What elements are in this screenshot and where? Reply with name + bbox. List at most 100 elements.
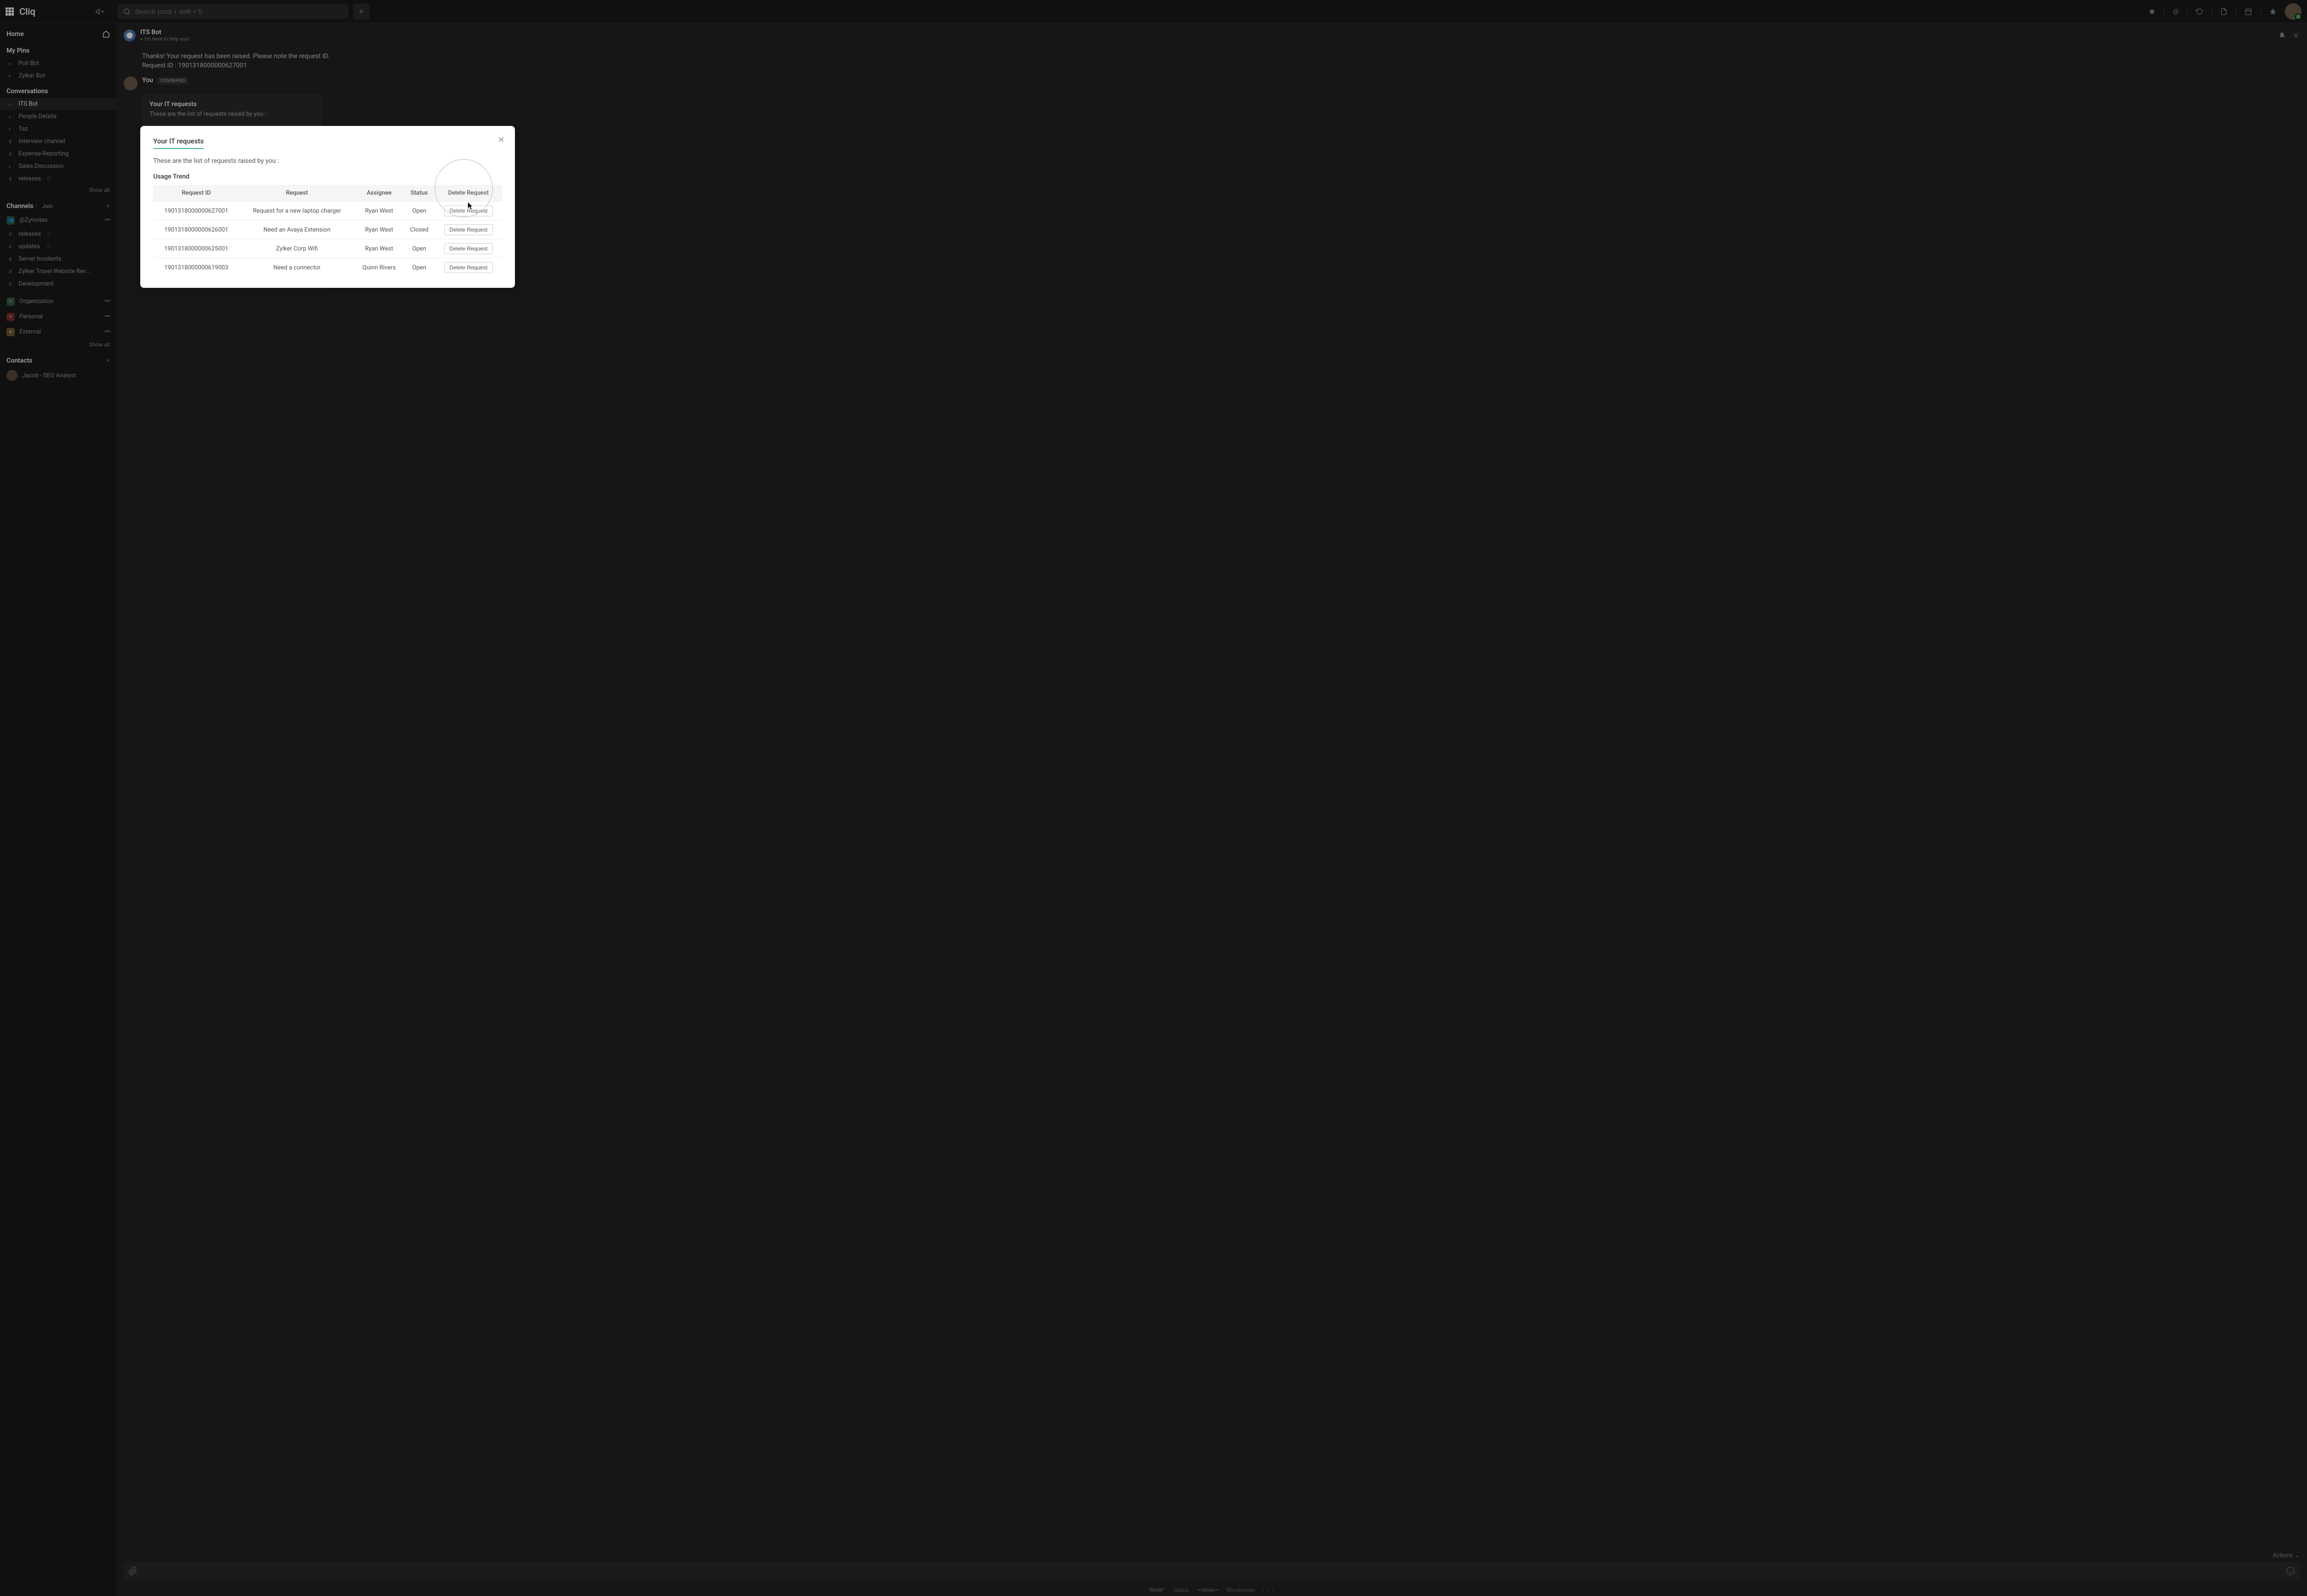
close-icon[interactable] xyxy=(2292,32,2300,39)
bot-icon: ◐ xyxy=(6,60,14,67)
home-icon xyxy=(102,30,110,38)
delete-request-button[interactable]: Delete Request xyxy=(444,224,493,235)
more-icon[interactable]: ••• xyxy=(104,327,110,337)
sidebar-conv-people[interactable]: ◐People Details xyxy=(0,110,116,123)
sidebar-contact-jacob[interactable]: Jacob - SEO Analyst xyxy=(0,367,116,384)
org-icon: ⊞ xyxy=(6,298,15,306)
bot-icon: ◐ xyxy=(6,101,14,107)
modal-title: Your IT requests xyxy=(153,137,204,149)
search-input[interactable] xyxy=(135,8,343,15)
history-icon[interactable] xyxy=(2196,8,2203,15)
calendar-icon[interactable] xyxy=(2245,8,2252,15)
sidebar-conv-releases[interactable]: #releases⎘ xyxy=(0,173,116,185)
mention-icon[interactable]: @ xyxy=(2173,8,2179,15)
sidebar-conv-interview[interactable]: #Interview channel xyxy=(0,135,116,148)
search-box[interactable] xyxy=(118,4,348,19)
chevron-down-icon: ⌄ xyxy=(2295,1552,2300,1559)
mute-icon[interactable] xyxy=(96,7,104,16)
modal-section-title: Usage Trend xyxy=(153,173,502,180)
hash-icon: # xyxy=(6,138,14,145)
chat-bot-status: I'm here to help you! xyxy=(140,36,2274,42)
sidebar-channels-header: Channels•Join + xyxy=(0,197,116,213)
pin-icon[interactable] xyxy=(2269,8,2277,15)
sidebar-ch-releases[interactable]: #releases⎘ xyxy=(0,228,116,240)
user-avatar xyxy=(124,77,137,90)
contact-avatar xyxy=(6,370,18,381)
user-avatar[interactable] xyxy=(2285,3,2301,20)
message-author: You xyxy=(142,77,153,84)
add-channel-icon[interactable]: + xyxy=(106,202,110,210)
command-badge: COMMAND xyxy=(157,77,188,84)
sidebar-home[interactable]: Home xyxy=(0,27,116,42)
message-composer[interactable] xyxy=(124,1562,2300,1580)
col-header-request: Request xyxy=(239,185,355,202)
hash-icon: # xyxy=(6,176,14,182)
table-row: 1901318000000619003 Need a connector Qui… xyxy=(153,258,502,277)
sidebar: Home My Pins ◐Poll Bot ◐Zylker Bot Conve… xyxy=(0,23,116,1596)
bot-icon: ◐ xyxy=(6,126,14,132)
apps-grid-icon[interactable] xyxy=(6,7,14,16)
sidebar-ch-incidents[interactable]: #Server Incidents xyxy=(0,253,116,265)
sidebar-my-pins-header: My Pins xyxy=(0,42,116,57)
sidebar-org-external[interactable]: ◆External••• xyxy=(0,324,116,339)
channels-join[interactable]: Join xyxy=(42,203,53,209)
sidebar-conversations-header: Conversations xyxy=(0,82,116,98)
more-icon[interactable]: ••• xyxy=(104,312,110,322)
files-icon[interactable] xyxy=(2220,8,2228,15)
sidebar-pin-pollbot[interactable]: ◐Poll Bot xyxy=(0,57,116,70)
sidebar-ch-updates[interactable]: #updates⎘ xyxy=(0,240,116,253)
col-header-id: Request ID xyxy=(153,185,239,202)
table-row: 1901318000000626001 Need an Avaya Extens… xyxy=(153,220,502,239)
modal-subtitle: These are the list of requests raised by… xyxy=(153,157,502,165)
sidebar-ch-travel[interactable]: #Zylker Travel Website Rev... xyxy=(0,265,116,278)
sidebar-ch-dev[interactable]: #Development xyxy=(0,278,116,290)
delete-request-button[interactable]: Delete Request xyxy=(444,262,493,273)
link-icon: ⎘ xyxy=(48,176,52,182)
app-header: Cliq @ xyxy=(0,0,2307,23)
it-requests-modal: Your IT requests ✕ These are the list of… xyxy=(140,126,515,288)
sidebar-ch-zylnotes[interactable]: 👥@Zylnotes••• xyxy=(0,213,116,228)
actions-menu[interactable]: Actions ⌄ xyxy=(116,1549,2307,1562)
sidebar-conv-sales[interactable]: ◐Sales Discussion xyxy=(0,160,116,173)
link-icon: ⎘ xyxy=(48,231,52,238)
bot-avatar[interactable] xyxy=(124,30,136,42)
delete-request-button[interactable]: Delete Request xyxy=(444,205,493,216)
format-hints: *Bold* _Italics_ ~Strike~ !Blockquote • … xyxy=(116,1584,2307,1596)
chat-bot-name: ITS Bot xyxy=(140,29,2274,36)
attachment-icon[interactable] xyxy=(128,1566,137,1576)
modal-close-button[interactable]: ✕ xyxy=(498,135,505,145)
hash-icon: # xyxy=(6,281,14,287)
external-icon: ◆ xyxy=(6,328,15,336)
table-row: 1901318000000625001 Zylker Corp Wifi Rya… xyxy=(153,239,502,258)
sidebar-org-personal[interactable]: ●Personal••• xyxy=(0,309,116,324)
link-icon: ⎘ xyxy=(47,244,51,250)
table-row: 1901318000000627001 Request for a new la… xyxy=(153,202,502,220)
channels-show-all[interactable]: Show all xyxy=(0,339,116,351)
hash-icon: # xyxy=(6,231,14,238)
chat-header: ITS Bot I'm here to help you! xyxy=(116,23,2307,48)
bot-message: Thanks! Your request has been raised. Pl… xyxy=(142,53,2300,69)
add-button[interactable] xyxy=(353,3,370,20)
bell-icon[interactable] xyxy=(2278,32,2286,39)
hash-icon: # xyxy=(6,151,14,157)
star-icon[interactable] xyxy=(2148,8,2156,15)
conversations-show-all[interactable]: Show all xyxy=(0,185,116,197)
search-icon xyxy=(123,8,131,15)
user-message-row: You COMMAND xyxy=(124,77,2300,90)
card-title: Your IT requests xyxy=(149,101,315,108)
more-icon[interactable]: ••• xyxy=(104,297,110,306)
sidebar-conv-expense[interactable]: #Expense-Reporting xyxy=(0,148,116,160)
add-contact-icon[interactable]: + xyxy=(106,357,110,364)
emoji-icon[interactable] xyxy=(2286,1566,2295,1576)
sidebar-pin-zylkerbot[interactable]: ◐Zylker Bot xyxy=(0,70,116,82)
col-header-status: Status xyxy=(404,185,435,202)
more-icon[interactable]: ••• xyxy=(104,215,110,225)
sidebar-conv-taz[interactable]: ◐Taz xyxy=(0,123,116,135)
sidebar-conv-itsbot[interactable]: ◐ITS Bot xyxy=(0,98,116,110)
sidebar-org-organization[interactable]: ⊞Organization••• xyxy=(0,294,116,309)
bot-icon: ◐ xyxy=(6,113,14,120)
bot-icon: ◐ xyxy=(6,163,14,170)
col-header-delete: Delete Request xyxy=(435,185,502,202)
delete-request-button[interactable]: Delete Request xyxy=(444,243,493,254)
requests-table: Request ID Request Assignee Status Delet… xyxy=(153,185,502,277)
